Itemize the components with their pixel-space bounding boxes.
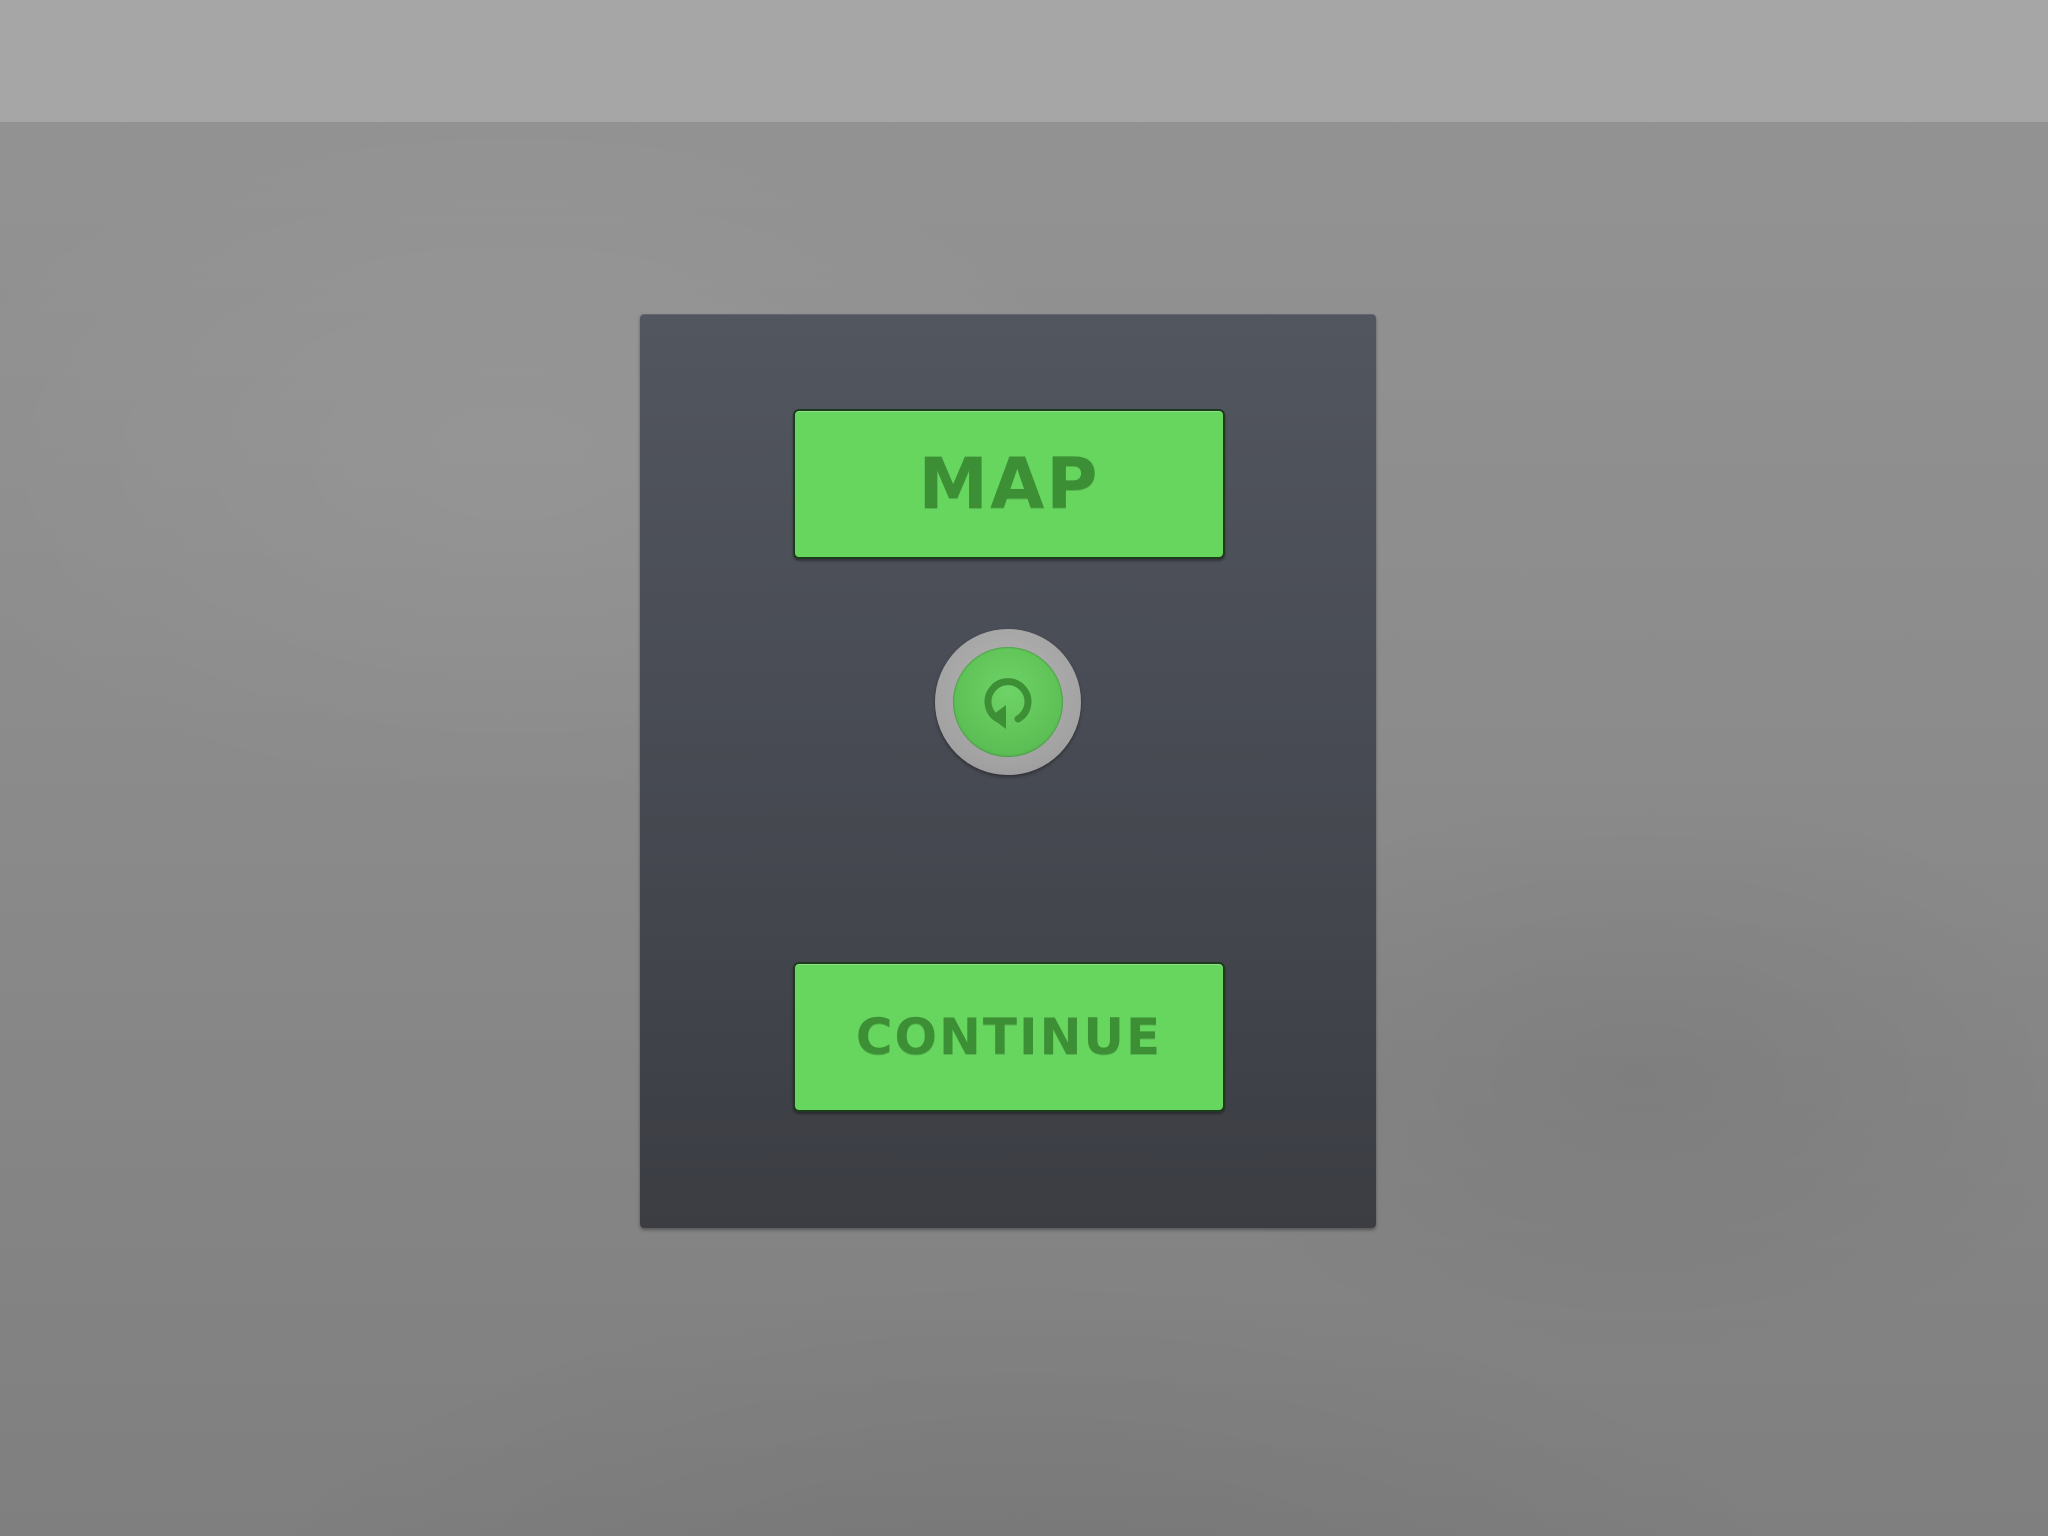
map-button-label: MAP bbox=[918, 443, 1100, 525]
continue-button-label: CONTINUE bbox=[855, 1008, 1163, 1066]
menu-panel: MAP CONTINUE bbox=[640, 314, 1376, 1228]
restart-button-face bbox=[953, 647, 1063, 757]
continue-button[interactable]: CONTINUE bbox=[793, 962, 1225, 1112]
restart-button[interactable] bbox=[935, 629, 1081, 775]
map-button[interactable]: MAP bbox=[793, 409, 1225, 559]
top-bar bbox=[0, 0, 2048, 122]
restart-icon bbox=[984, 678, 1032, 729]
game-screen: MAP CONTINUE bbox=[0, 0, 2048, 1536]
